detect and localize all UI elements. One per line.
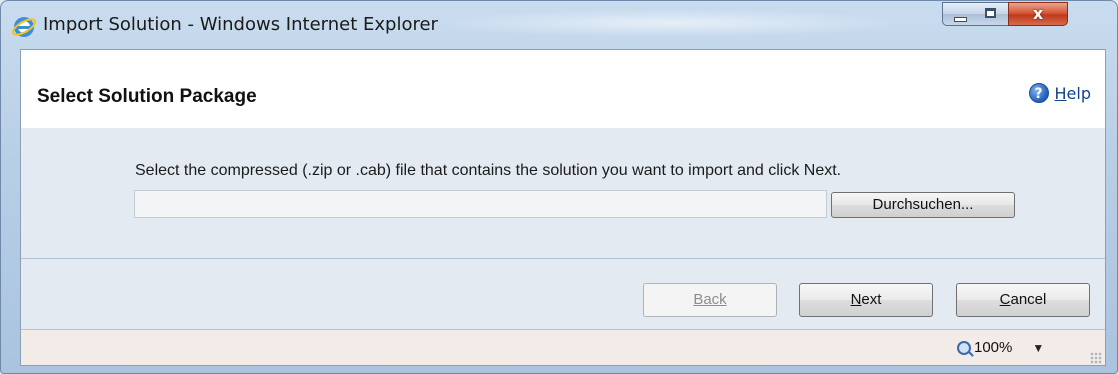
maximize-button[interactable]: [975, 2, 1009, 26]
zoom-icon: [957, 340, 971, 355]
dialog-body: Select the compressed (.zip or .cab) fil…: [21, 128, 1105, 259]
browser-window: Import Solution - Windows Internet Explo…: [0, 0, 1118, 374]
file-path-input[interactable]: [134, 190, 827, 218]
close-icon: x: [1032, 4, 1044, 23]
page-title: Select Solution Package: [37, 86, 257, 107]
back-button-label: Back: [693, 291, 727, 308]
minimize-icon: [954, 17, 967, 22]
next-button[interactable]: Next: [799, 283, 933, 317]
maximize-icon: [985, 8, 996, 18]
zoom-level: 100%: [974, 339, 1013, 356]
back-button[interactable]: Back: [643, 283, 777, 317]
chevron-down-icon[interactable]: ▼: [1032, 341, 1044, 355]
title-bar[interactable]: Import Solution - Windows Internet Explo…: [1, 1, 1117, 49]
resize-grip[interactable]: [1090, 352, 1102, 364]
dialog-content: Select Solution Package ? Help Select th…: [20, 49, 1106, 366]
browse-button[interactable]: Durchsuchen...: [831, 192, 1015, 218]
help-label: Help: [1054, 83, 1091, 103]
instruction-text: Select the compressed (.zip or .cab) fil…: [135, 162, 842, 179]
status-bar: 100% ▼: [21, 330, 1105, 365]
cancel-button[interactable]: Cancel: [956, 283, 1090, 317]
zoom-control[interactable]: 100% ▼: [957, 339, 1044, 356]
minimize-button[interactable]: [942, 2, 976, 26]
window-title: Import Solution - Windows Internet Explo…: [43, 14, 438, 35]
dialog-header: Select Solution Package ? Help: [21, 50, 1105, 129]
close-button[interactable]: x: [1008, 2, 1068, 26]
help-link[interactable]: ? Help: [1028, 82, 1091, 104]
dialog-footer: Back Next Cancel: [21, 259, 1105, 330]
cancel-button-label: Cancel: [999, 291, 1047, 308]
ie-icon: [11, 17, 37, 37]
help-icon: ?: [1028, 83, 1049, 103]
next-button-label: Next: [850, 291, 882, 308]
